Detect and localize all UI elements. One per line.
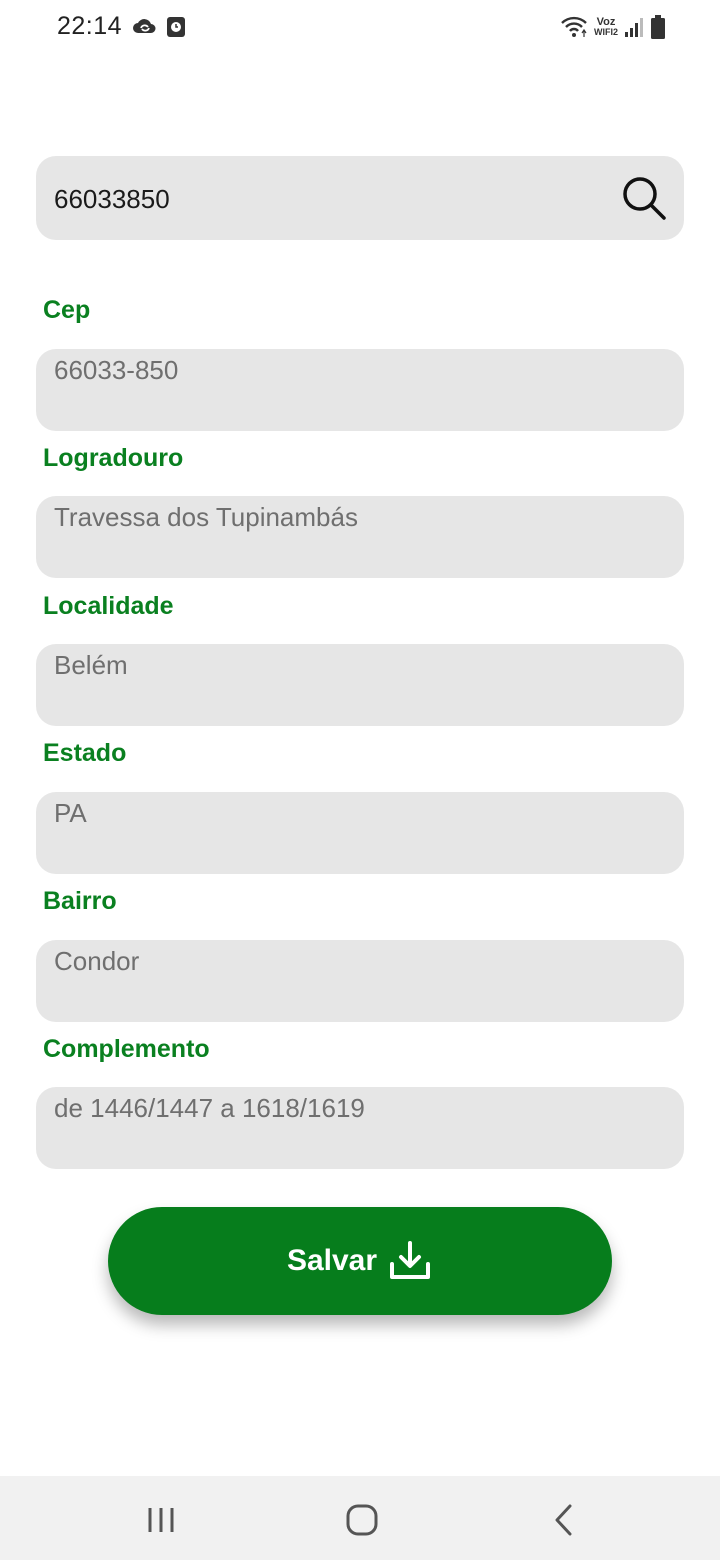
localidade-field[interactable]: Belém: [36, 644, 684, 726]
recent-apps-icon[interactable]: [141, 1500, 181, 1540]
home-icon[interactable]: [342, 1500, 382, 1540]
screen-recorder-icon: [167, 17, 185, 37]
search-icon[interactable]: [620, 174, 668, 222]
download-icon: [390, 1241, 431, 1279]
save-button[interactable]: Salvar: [108, 1207, 612, 1315]
localidade-label: Localidade: [43, 592, 174, 620]
wifi2-label: WIFI2: [594, 27, 618, 37]
status-time: 22:14: [57, 12, 123, 40]
bairro-label: Bairro: [43, 887, 117, 915]
back-icon[interactable]: [544, 1500, 584, 1540]
complemento-value: de 1446/1447 a 1618/1619: [54, 1093, 365, 1123]
status-indicators: Voz WIFI2: [560, 12, 666, 42]
search-bar[interactable]: 66033850: [36, 156, 684, 240]
voz-wifi-indicator: Voz WIFI2: [594, 17, 618, 37]
estado-field[interactable]: PA: [36, 792, 684, 874]
bairro-field[interactable]: Condor: [36, 940, 684, 1022]
status-bar: 22:14 Voz WIFI2: [0, 0, 720, 56]
complemento-label: Complemento: [43, 1035, 210, 1063]
save-button-label: Salvar: [286, 1244, 378, 1277]
signal-icon: [625, 18, 643, 37]
cep-field[interactable]: 66033-850: [36, 349, 684, 431]
estado-label: Estado: [43, 739, 127, 767]
localidade-value: Belém: [54, 650, 128, 680]
cep-value: 66033-850: [54, 355, 179, 385]
wifi-icon: [561, 16, 587, 37]
logradouro-value: Travessa dos Tupinambás: [54, 502, 358, 532]
complemento-field[interactable]: de 1446/1447 a 1618/1619: [36, 1087, 684, 1169]
logradouro-field[interactable]: Travessa dos Tupinambás: [36, 496, 684, 578]
bairro-value: Condor: [54, 946, 140, 976]
cloud-sync-icon: [133, 19, 156, 33]
logradouro-label: Logradouro: [43, 444, 184, 472]
search-input[interactable]: 66033850: [54, 184, 170, 215]
navigation-bar: [0, 1476, 720, 1560]
cep-label: Cep: [43, 296, 91, 324]
battery-icon: [651, 15, 665, 39]
estado-value: PA: [54, 798, 87, 828]
